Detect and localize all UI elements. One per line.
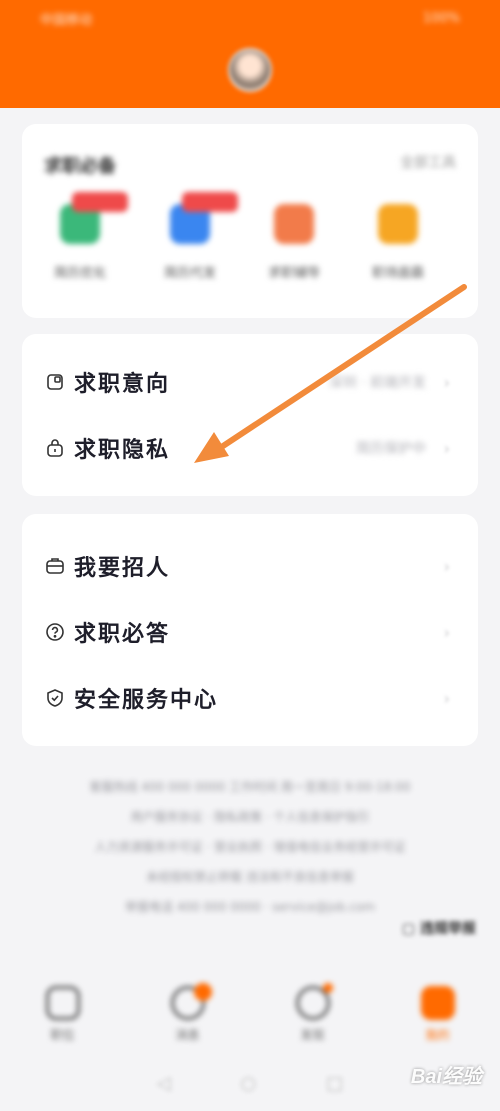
legal-line: 未经授权禁止转载 违法和不良信息举报 [146, 870, 354, 884]
tool-badge [182, 192, 238, 212]
tab-messages[interactable]: 消息 [148, 983, 228, 1043]
back-icon[interactable]: ◁ [157, 1073, 171, 1094]
chevron-right-icon: › [443, 438, 450, 458]
resume-send-icon [170, 192, 238, 244]
report-link[interactable]: ▢ 违规举报 [402, 918, 476, 938]
bottom-tab-bar: 职位 消息 发现 我的 [0, 972, 500, 1054]
tab-label: 消息 [175, 1028, 200, 1042]
career-coach-icon [274, 204, 314, 244]
notification-dot [322, 983, 333, 993]
legal-footer: 客服热线 400 000 0000 工作时间 周一至周日 9:00-18:00 … [30, 772, 470, 922]
tab-label: 我的 [425, 1028, 450, 1042]
recent-apps-icon[interactable]: □ [326, 1073, 343, 1094]
report-icon: ▢ [401, 921, 420, 937]
discover-tab-icon [295, 983, 333, 1020]
tool-label: 简历优化 [53, 266, 106, 281]
tab-profile[interactable]: 我的 [398, 986, 478, 1043]
tools-card-title: 求职必备 [44, 156, 116, 177]
clipboard-icon [44, 371, 66, 393]
tab-label: 发现 [300, 1028, 325, 1042]
job-intent-value: 深圳 · 前端开发 [328, 375, 426, 391]
job-settings-card: 求职意向 深圳 · 前端开发 › 求职隐私 简历保护中 › [22, 334, 478, 496]
chevron-right-icon: › [443, 556, 450, 576]
tool-item[interactable]: 职场面霸 [358, 204, 438, 281]
report-label: 违规举报 [420, 921, 476, 937]
tab-discover[interactable]: 发现 [273, 983, 353, 1043]
lock-icon [44, 437, 66, 459]
tool-item[interactable]: 简历代发 [150, 192, 238, 281]
chevron-right-icon: › [443, 688, 450, 708]
status-carrier: 中国移动 [40, 12, 93, 28]
legal-line: 客服热线 400 000 0000 工作时间 周一至周日 9:00-18:00 [89, 780, 411, 794]
faq-row[interactable]: 求职必答 › [44, 612, 456, 652]
tool-label: 职场面霸 [371, 266, 424, 281]
briefcase-icon [44, 555, 66, 577]
recruit-label: 我要招人 [74, 555, 171, 581]
tools-card: 求职必备 全部工具 简历优化 简历代发 求职辅导 职场面霸 [22, 124, 478, 318]
faq-label: 求职必答 [74, 621, 171, 647]
job-privacy-label: 求职隐私 [74, 437, 171, 463]
messages-tab-icon [170, 983, 212, 1020]
jobs-tab-icon [45, 986, 80, 1020]
legal-line[interactable]: 用户服务协议 · 隐私政策 · 个人信息保护指引 [30, 802, 470, 832]
baidu-watermark: Bai经验 [410, 1066, 482, 1088]
question-circle-icon [44, 621, 66, 643]
more-services-card: 我要招人 › 求职必答 › 安全服务中心 › [22, 514, 478, 746]
profile-tab-icon [420, 986, 455, 1020]
tool-label: 简历代发 [163, 266, 216, 281]
chevron-right-icon: › [443, 622, 450, 642]
status-battery: 100% [422, 10, 460, 26]
legal-line[interactable]: 人力资源服务许可证 · 营业执照 · 增值电信业务经营许可证 [30, 832, 470, 862]
profile-header: 中国移动 100% [0, 0, 500, 108]
tab-jobs[interactable]: 职位 [23, 986, 103, 1043]
tab-label: 职位 [50, 1028, 75, 1042]
tool-badge [72, 192, 128, 212]
recruit-row[interactable]: 我要招人 › [44, 546, 456, 586]
notification-dot [193, 983, 212, 1001]
tool-item[interactable]: 求职辅导 [254, 204, 334, 281]
safety-center-row[interactable]: 安全服务中心 › [44, 678, 456, 718]
chevron-right-icon: › [443, 372, 450, 392]
shield-check-icon [44, 687, 66, 709]
tool-label: 求职辅导 [267, 266, 320, 281]
status-bar: 中国移动 100% [0, 0, 500, 36]
avatar[interactable] [228, 48, 272, 92]
job-intent-row[interactable]: 求职意向 深圳 · 前端开发 › [44, 362, 456, 402]
job-privacy-row[interactable]: 求职隐私 简历保护中 › [44, 428, 456, 468]
safety-center-label: 安全服务中心 [74, 687, 219, 713]
job-privacy-value: 简历保护中 [356, 441, 426, 457]
home-icon[interactable]: ○ [241, 1073, 257, 1094]
job-intent-label: 求职意向 [74, 371, 171, 397]
tool-item[interactable]: 简历优化 [40, 192, 128, 281]
interview-icon [378, 204, 418, 244]
tools-more-link[interactable]: 全部工具 [400, 152, 456, 172]
resume-optimize-icon [60, 192, 128, 244]
